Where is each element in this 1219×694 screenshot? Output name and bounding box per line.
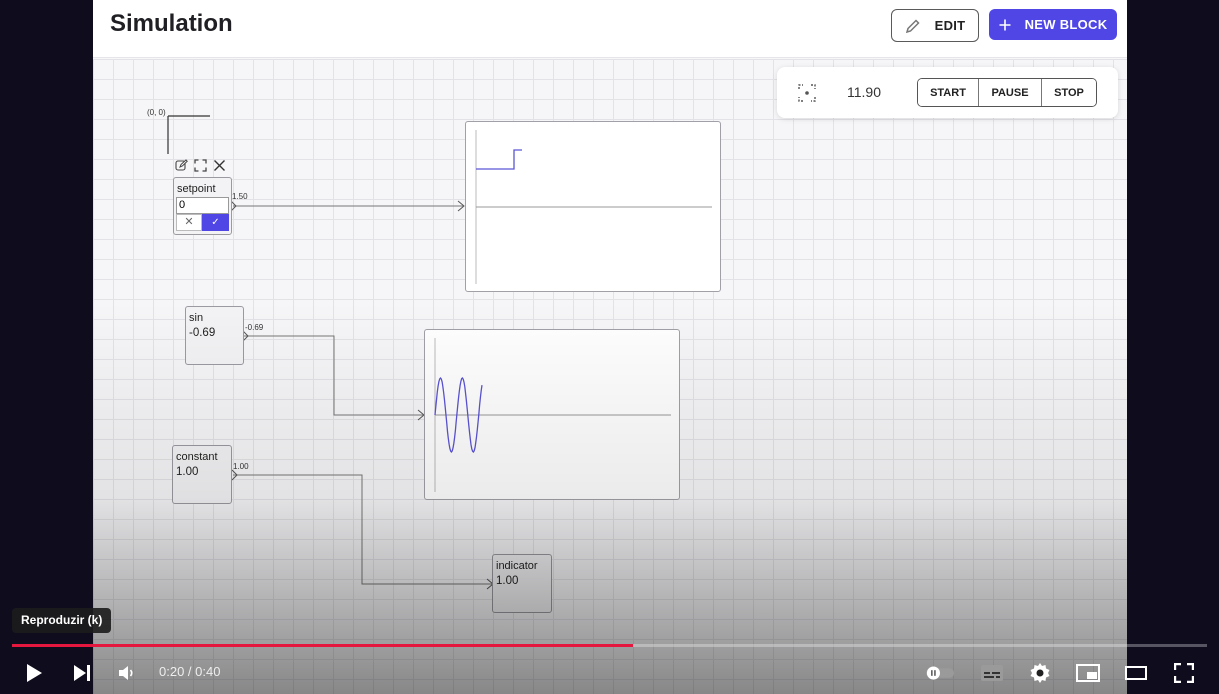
setpoint-confirm-button[interactable]: ✓ — [202, 214, 229, 231]
wire-sin-plot — [244, 335, 423, 416]
simulation-control-panel: 11.90 START PAUSE STOP — [777, 67, 1118, 118]
next-button[interactable] — [67, 658, 97, 688]
player-controls: 0:20 / 0:40 — [0, 652, 1219, 694]
play-icon — [27, 664, 42, 682]
close-icon[interactable] — [212, 158, 227, 172]
new-block-button-label: NEW BLOCK — [1024, 17, 1108, 32]
block-sin-value: -0.69 — [189, 327, 216, 339]
pencil-icon — [905, 18, 920, 33]
fullscreen-button[interactable] — [1169, 658, 1199, 688]
progress-bar[interactable] — [12, 644, 1207, 647]
setpoint-value-input[interactable]: 0 — [176, 197, 229, 214]
edit-button-label: EDIT — [934, 18, 966, 33]
edit-icon[interactable] — [174, 158, 189, 172]
pause-button[interactable]: PAUSE — [979, 79, 1042, 106]
fullscreen-icon — [1174, 663, 1194, 683]
block-indicator[interactable]: indicator 1.00 — [492, 554, 552, 613]
settings-button[interactable] — [1025, 658, 1055, 688]
theater-mode-icon — [1125, 666, 1147, 680]
block-setpoint-name: setpoint — [177, 183, 216, 195]
setpoint-trace — [476, 149, 522, 170]
plot-sin-canvas — [434, 338, 671, 492]
app-header: Simulation EDIT NEW BLOCK — [93, 0, 1127, 58]
plot-sin[interactable] — [424, 329, 680, 500]
simulation-time: 11.90 — [847, 84, 881, 100]
block-constant[interactable]: constant 1.00 — [172, 445, 232, 504]
progress-played — [12, 644, 634, 647]
simulation-app: Simulation EDIT NEW BLOCK (0, 0) setpoin… — [93, 0, 1127, 694]
gear-icon — [1030, 663, 1050, 683]
block-indicator-name: indicator — [496, 560, 538, 572]
expand-icon[interactable] — [193, 158, 208, 172]
autoplay-toggle-icon — [925, 666, 955, 680]
new-block-button[interactable]: NEW BLOCK — [989, 9, 1117, 40]
simulation-button-group: START PAUSE STOP — [917, 78, 1097, 107]
next-icon — [74, 665, 90, 681]
subtitles-button[interactable] — [977, 658, 1007, 688]
block-canvas[interactable]: (0, 0) setpoint 0 ✕ ✓ 1.50 sin -0.69 -0.… — [93, 59, 1127, 694]
video-frame: Simulation EDIT NEW BLOCK (0, 0) setpoin… — [0, 0, 1219, 694]
block-constant-name: constant — [176, 451, 218, 463]
sin-output-label: -0.69 — [245, 323, 264, 332]
volume-button[interactable] — [112, 658, 142, 688]
edit-button[interactable]: EDIT — [891, 9, 979, 42]
block-constant-value: 1.00 — [176, 466, 199, 478]
subtitles-icon — [981, 665, 1003, 681]
setpoint-cancel-button[interactable]: ✕ — [176, 214, 202, 231]
focus-center-icon[interactable] — [798, 84, 816, 107]
start-button[interactable]: START — [918, 79, 979, 106]
play-button[interactable] — [19, 658, 49, 688]
stop-button[interactable]: STOP — [1042, 79, 1096, 106]
page-title: Simulation — [110, 10, 233, 37]
block-sin-name: sin — [189, 312, 204, 324]
block-sin[interactable]: sin -0.69 — [185, 306, 244, 365]
time-display: 0:20 / 0:40 — [159, 664, 221, 679]
plot-setpoint[interactable] — [465, 121, 721, 292]
origin-marker — [167, 115, 210, 154]
plus-icon — [999, 19, 1011, 30]
theater-mode-button[interactable] — [1121, 658, 1151, 688]
autoplay-toggle[interactable] — [925, 658, 955, 688]
play-tooltip: Reproduzir (k) — [12, 608, 112, 633]
setpoint-output-label: 1.50 — [232, 192, 248, 201]
volume-icon — [119, 666, 133, 680]
block-indicator-value: 1.00 — [496, 575, 519, 587]
miniplayer-button[interactable] — [1073, 658, 1103, 688]
constant-output-label: 1.00 — [233, 462, 249, 471]
plot-setpoint-canvas — [475, 130, 712, 284]
setpoint-toolbar — [174, 158, 227, 172]
miniplayer-icon — [1076, 664, 1100, 682]
